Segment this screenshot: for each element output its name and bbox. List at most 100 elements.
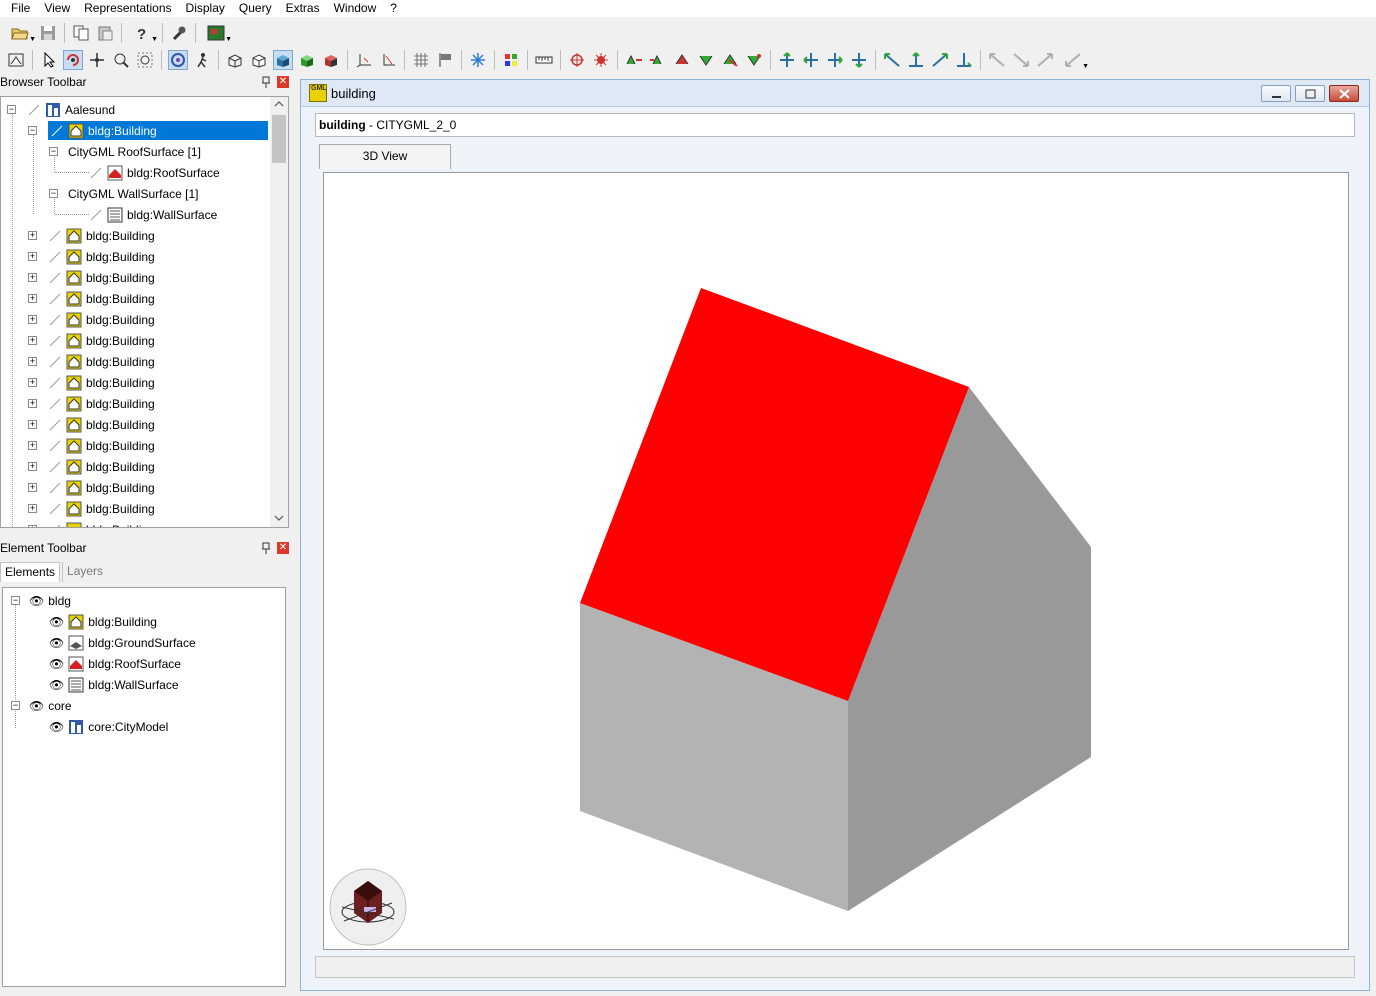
tree-node-building[interactable]: + bldg:Building <box>26 225 155 246</box>
expand-icon[interactable]: + <box>28 315 37 324</box>
zoom-button[interactable] <box>111 50 131 70</box>
tree-node-building[interactable]: + bldg:Building <box>26 267 155 288</box>
move4-button[interactable] <box>849 50 869 70</box>
tree-node-building[interactable]: + bldg:Building <box>26 246 155 267</box>
expand-icon[interactable]: + <box>28 525 37 527</box>
eye-icon[interactable]: 👁 <box>49 636 64 650</box>
element-item-roof[interactable]: 👁 bldg:RoofSurface <box>49 653 181 674</box>
collapse-icon[interactable]: − <box>28 126 37 135</box>
expand-icon[interactable]: + <box>28 273 37 282</box>
scroll-thumb[interactable] <box>272 115 286 163</box>
paste-button[interactable] <box>95 23 115 43</box>
collapse-icon[interactable]: − <box>11 701 20 710</box>
element-item-citymodel[interactable]: 👁 core:CityModel <box>49 716 168 737</box>
expand-icon[interactable]: + <box>28 252 37 261</box>
tree-node-building[interactable]: + bldg:Building <box>26 393 155 414</box>
target-button[interactable] <box>567 50 587 70</box>
pin-icon[interactable] <box>261 542 271 554</box>
scale2-button[interactable] <box>906 50 926 70</box>
move3-button[interactable] <box>825 50 845 70</box>
tree-node-building[interactable]: + bldg:Building <box>26 288 155 309</box>
snow-button[interactable] <box>468 50 488 70</box>
nav3-button[interactable] <box>672 50 692 70</box>
element-item-ground[interactable]: 👁 bldg:GroundSurface <box>49 632 196 653</box>
eye-icon[interactable]: 👁 <box>29 594 44 608</box>
navigation-widget[interactable] <box>329 868 407 946</box>
help-button[interactable]: ? ▼ <box>128 23 158 43</box>
nav5-button[interactable] <box>720 50 740 70</box>
tree-node-building[interactable]: + bldg:Building <box>26 351 155 372</box>
menu-file[interactable]: File <box>4 0 37 17</box>
eye-icon[interactable]: 👁 <box>49 615 64 629</box>
view-textured-button[interactable] <box>297 50 317 70</box>
nav1-button[interactable] <box>624 50 644 70</box>
tree-node-building[interactable]: + bldg:Building <box>26 456 155 477</box>
eye-icon[interactable]: 👁 <box>49 678 64 692</box>
view-colored-button[interactable] <box>321 50 341 70</box>
splitter[interactable] <box>293 75 298 996</box>
save-button[interactable] <box>38 23 58 43</box>
tree-node-building[interactable]: + bldg:Building <box>26 477 155 498</box>
tree-node-building[interactable]: + bldg:Building <box>26 372 155 393</box>
tree-node-building[interactable]: + bldg:Building <box>26 498 155 519</box>
menu-extras[interactable]: Extras <box>279 0 327 17</box>
tab-elements[interactable]: Elements <box>0 562 61 582</box>
close-icon[interactable]: ✕ <box>277 542 289 554</box>
expand-icon[interactable]: + <box>28 441 37 450</box>
expand-icon[interactable]: + <box>28 294 37 303</box>
tree-node-roof-surface[interactable]: bldg:RoofSurface <box>89 162 220 183</box>
element-group-bldg[interactable]: − 👁 bldg <box>9 590 71 611</box>
menu-help[interactable]: ? <box>383 0 404 17</box>
menu-representations[interactable]: Representations <box>77 0 178 17</box>
tab-3d-view[interactable]: 3D View <box>319 144 451 169</box>
expand-icon[interactable]: + <box>28 399 37 408</box>
menu-display[interactable]: Display <box>179 0 232 17</box>
move1-button[interactable] <box>777 50 797 70</box>
move2-button[interactable] <box>801 50 821 70</box>
expand-icon[interactable]: + <box>28 420 37 429</box>
axis-alt-button[interactable] <box>378 50 398 70</box>
tree-node-wall-surface[interactable]: bldg:WallSurface <box>89 204 217 225</box>
measure-button[interactable] <box>534 50 554 70</box>
tree-node-building[interactable]: + bldg:Building <box>26 330 155 351</box>
expand-icon[interactable]: + <box>28 357 37 366</box>
pin-icon[interactable] <box>261 76 271 88</box>
element-item-building[interactable]: 👁 bldg:Building <box>49 611 157 632</box>
view-wire-button[interactable] <box>225 50 245 70</box>
menu-query[interactable]: Query <box>232 0 279 17</box>
minimize-button[interactable] <box>1261 85 1291 102</box>
frame-button[interactable] <box>6 50 26 70</box>
flag-button[interactable] <box>435 50 455 70</box>
axis-button[interactable] <box>354 50 374 70</box>
map-button[interactable]: ▼ <box>202 23 232 43</box>
expand-icon[interactable]: + <box>28 462 37 471</box>
zoom-extent-button[interactable] <box>135 50 155 70</box>
scale4-button[interactable] <box>954 50 974 70</box>
tree-node-selected-building[interactable]: − bldg:Building <box>26 120 268 141</box>
open-button[interactable]: ▼ <box>6 23 36 43</box>
view-hidden-button[interactable] <box>249 50 269 70</box>
expand-icon[interactable]: + <box>28 483 37 492</box>
pan-button[interactable] <box>87 50 107 70</box>
menu-view[interactable]: View <box>37 0 77 17</box>
tree-node-building-partial[interactable]: + bldg:Building <box>26 519 155 527</box>
collapse-icon[interactable]: − <box>49 147 58 156</box>
eye-icon[interactable]: 👁 <box>29 699 44 713</box>
eye-icon[interactable]: 👁 <box>49 720 64 734</box>
palette-button[interactable] <box>501 50 521 70</box>
element-item-wall[interactable]: 👁 bldg:WallSurface <box>49 674 179 695</box>
tab-layers[interactable]: Layers <box>62 562 107 582</box>
select-button[interactable] <box>39 50 59 70</box>
expand-icon[interactable]: + <box>28 231 37 240</box>
scroll-down-icon[interactable] <box>270 511 288 525</box>
expand-icon[interactable]: + <box>28 378 37 387</box>
expand-icon[interactable]: + <box>28 336 37 345</box>
close-window-button[interactable] <box>1329 85 1359 102</box>
view-shaded-button[interactable] <box>273 50 293 70</box>
collapse-icon[interactable]: − <box>49 189 58 198</box>
tree-node-root[interactable]: − Aalesund <box>5 99 115 120</box>
scroll-up-icon[interactable] <box>270 97 288 111</box>
expand-icon[interactable]: + <box>28 504 37 513</box>
viewport-3d[interactable] <box>323 172 1349 950</box>
nav4-button[interactable] <box>696 50 716 70</box>
